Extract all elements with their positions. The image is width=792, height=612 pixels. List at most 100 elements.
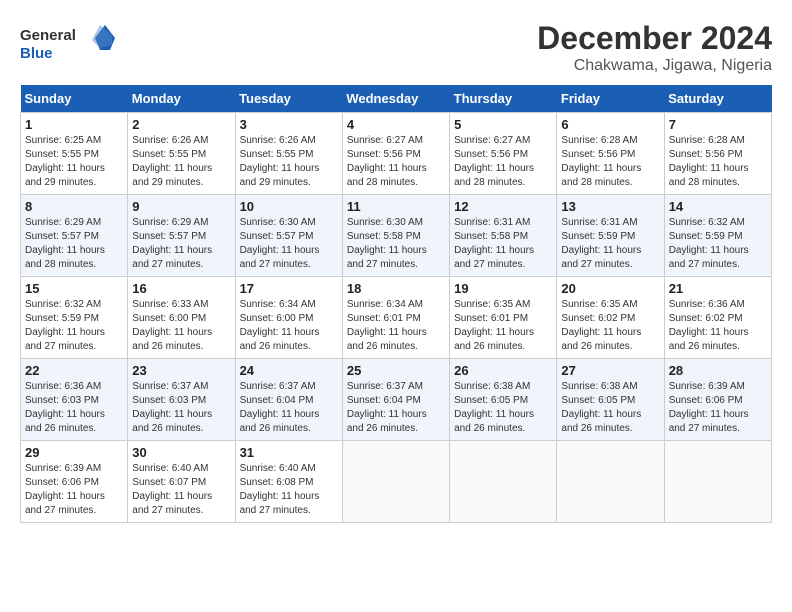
day-info: Sunrise: 6:38 AM Sunset: 6:05 PM Dayligh…: [454, 380, 552, 436]
day-info: Sunrise: 6:39 AM Sunset: 6:06 PM Dayligh…: [669, 380, 767, 436]
calendar-cell: 22 Sunrise: 6:36 AM Sunset: 6:03 PM Dayli…: [21, 359, 128, 441]
calendar-cell: 2 Sunrise: 6:26 AM Sunset: 5:55 PM Daylig…: [128, 113, 235, 195]
day-info: Sunrise: 6:27 AM Sunset: 5:56 PM Dayligh…: [347, 134, 445, 190]
day-number: 22: [25, 363, 123, 378]
calendar-cell: [664, 441, 771, 523]
day-info: Sunrise: 6:29 AM Sunset: 5:57 PM Dayligh…: [132, 216, 230, 272]
calendar-cell: 7Sunrise: 6:28 AM Sunset: 5:56 PM Daylig…: [664, 113, 771, 195]
calendar-cell: 28 Sunrise: 6:39 AM Sunset: 6:06 PM Dayli…: [664, 359, 771, 441]
calendar-cell: 9 Sunrise: 6:29 AM Sunset: 5:57 PM Daylig…: [128, 195, 235, 277]
day-number: 2: [132, 117, 230, 132]
calendar-cell: 5 Sunrise: 6:27 AM Sunset: 5:56 PM Daylig…: [450, 113, 557, 195]
day-info: Sunrise: 6:26 AM Sunset: 5:55 PM Dayligh…: [132, 134, 230, 190]
day-number: 7: [669, 117, 767, 132]
day-number: 12: [454, 199, 552, 214]
day-number: 10: [240, 199, 338, 214]
calendar-cell: 16 Sunrise: 6:33 AM Sunset: 6:00 PM Dayli…: [128, 277, 235, 359]
calendar-cell: 4 Sunrise: 6:27 AM Sunset: 5:56 PM Daylig…: [342, 113, 449, 195]
calendar-cell: 31 Sunrise: 6:40 AM Sunset: 6:08 PM Dayli…: [235, 441, 342, 523]
day-number: 31: [240, 445, 338, 460]
day-number: 1: [25, 117, 123, 132]
day-info: Sunrise: 6:36 AM Sunset: 6:03 PM Dayligh…: [25, 380, 123, 436]
day-number: 24: [240, 363, 338, 378]
day-info: Sunrise: 6:38 AM Sunset: 6:05 PM Dayligh…: [561, 380, 659, 436]
day-number: 14: [669, 199, 767, 214]
day-info: Sunrise: 6:29 AM Sunset: 5:57 PM Dayligh…: [25, 216, 123, 272]
day-info: Sunrise: 6:40 AM Sunset: 6:08 PM Dayligh…: [240, 462, 338, 518]
calendar-cell: 20 Sunrise: 6:35 AM Sunset: 6:02 PM Dayli…: [557, 277, 664, 359]
day-number: 8: [25, 199, 123, 214]
svg-text:General: General: [20, 27, 76, 44]
calendar-cell: 3 Sunrise: 6:26 AM Sunset: 5:55 PM Daylig…: [235, 113, 342, 195]
day-info: Sunrise: 6:30 AM Sunset: 5:57 PM Dayligh…: [240, 216, 338, 272]
day-number: 17: [240, 281, 338, 296]
calendar-cell: 10 Sunrise: 6:30 AM Sunset: 5:57 PM Dayli…: [235, 195, 342, 277]
logo: General Blue: [20, 20, 120, 65]
calendar-cell: 27 Sunrise: 6:38 AM Sunset: 6:05 PM Dayli…: [557, 359, 664, 441]
svg-text:Blue: Blue: [20, 45, 53, 62]
day-number: 25: [347, 363, 445, 378]
day-number: 3: [240, 117, 338, 132]
day-number: 4: [347, 117, 445, 132]
day-number: 18: [347, 281, 445, 296]
calendar-cell: 6 Sunrise: 6:28 AM Sunset: 5:56 PM Daylig…: [557, 113, 664, 195]
day-number: 15: [25, 281, 123, 296]
day-info: Sunrise: 6:35 AM Sunset: 6:01 PM Dayligh…: [454, 298, 552, 354]
calendar-cell: 8 Sunrise: 6:29 AM Sunset: 5:57 PM Daylig…: [21, 195, 128, 277]
day-number: 11: [347, 199, 445, 214]
day-info: Sunrise: 6:35 AM Sunset: 6:02 PM Dayligh…: [561, 298, 659, 354]
weekday-header-monday: Monday: [128, 85, 235, 113]
day-number: 29: [25, 445, 123, 460]
day-info: Sunrise: 6:27 AM Sunset: 5:56 PM Dayligh…: [454, 134, 552, 190]
calendar-cell: 12 Sunrise: 6:31 AM Sunset: 5:58 PM Dayli…: [450, 195, 557, 277]
day-info: Sunrise: 6:25 AM Sunset: 5:55 PM Dayligh…: [25, 134, 123, 190]
day-number: 19: [454, 281, 552, 296]
calendar-cell: 30Sunrise: 6:40 AM Sunset: 6:07 PM Dayli…: [128, 441, 235, 523]
weekday-header-friday: Friday: [557, 85, 664, 113]
day-info: Sunrise: 6:37 AM Sunset: 6:03 PM Dayligh…: [132, 380, 230, 436]
day-info: Sunrise: 6:37 AM Sunset: 6:04 PM Dayligh…: [347, 380, 445, 436]
calendar-cell: [342, 441, 449, 523]
day-info: Sunrise: 6:32 AM Sunset: 5:59 PM Dayligh…: [25, 298, 123, 354]
calendar-cell: 26Sunrise: 6:38 AM Sunset: 6:05 PM Dayli…: [450, 359, 557, 441]
logo-svg: General Blue: [20, 20, 120, 65]
day-info: Sunrise: 6:33 AM Sunset: 6:00 PM Dayligh…: [132, 298, 230, 354]
day-number: 6: [561, 117, 659, 132]
calendar-table: SundayMondayTuesdayWednesdayThursdayFrid…: [20, 85, 772, 523]
calendar-cell: 14 Sunrise: 6:32 AM Sunset: 5:59 PM Dayli…: [664, 195, 771, 277]
day-number: 9: [132, 199, 230, 214]
month-title: December 2024: [537, 20, 772, 57]
day-info: Sunrise: 6:26 AM Sunset: 5:55 PM Dayligh…: [240, 134, 338, 190]
day-number: 16: [132, 281, 230, 296]
day-info: Sunrise: 6:28 AM Sunset: 5:56 PM Dayligh…: [561, 134, 659, 190]
day-number: 23: [132, 363, 230, 378]
title-block: December 2024 Chakwama, Jigawa, Nigeria: [537, 20, 772, 75]
calendar-cell: 17 Sunrise: 6:34 AM Sunset: 6:00 PM Dayli…: [235, 277, 342, 359]
calendar-cell: 11 Sunrise: 6:30 AM Sunset: 5:58 PM Dayli…: [342, 195, 449, 277]
calendar-cell: 19 Sunrise: 6:35 AM Sunset: 6:01 PM Dayli…: [450, 277, 557, 359]
day-info: Sunrise: 6:31 AM Sunset: 5:58 PM Dayligh…: [454, 216, 552, 272]
day-info: Sunrise: 6:39 AM Sunset: 6:06 PM Dayligh…: [25, 462, 123, 518]
day-number: 27: [561, 363, 659, 378]
day-number: 5: [454, 117, 552, 132]
weekday-header-saturday: Saturday: [664, 85, 771, 113]
day-info: Sunrise: 6:30 AM Sunset: 5:58 PM Dayligh…: [347, 216, 445, 272]
weekday-header-wednesday: Wednesday: [342, 85, 449, 113]
weekday-header-thursday: Thursday: [450, 85, 557, 113]
day-number: 13: [561, 199, 659, 214]
day-info: Sunrise: 6:36 AM Sunset: 6:02 PM Dayligh…: [669, 298, 767, 354]
day-number: 21: [669, 281, 767, 296]
page-header: General Blue December 2024 Chakwama, Jig…: [20, 20, 772, 75]
day-info: Sunrise: 6:32 AM Sunset: 5:59 PM Dayligh…: [669, 216, 767, 272]
day-number: 28: [669, 363, 767, 378]
calendar-cell: 18Sunrise: 6:34 AM Sunset: 6:01 PM Dayli…: [342, 277, 449, 359]
day-info: Sunrise: 6:37 AM Sunset: 6:04 PM Dayligh…: [240, 380, 338, 436]
calendar-cell: 25 Sunrise: 6:37 AM Sunset: 6:04 PM Dayli…: [342, 359, 449, 441]
calendar-cell: 21 Sunrise: 6:36 AM Sunset: 6:02 PM Dayli…: [664, 277, 771, 359]
day-info: Sunrise: 6:34 AM Sunset: 6:00 PM Dayligh…: [240, 298, 338, 354]
calendar-cell: 24 Sunrise: 6:37 AM Sunset: 6:04 PM Dayli…: [235, 359, 342, 441]
day-number: 30: [132, 445, 230, 460]
day-number: 20: [561, 281, 659, 296]
calendar-cell: [450, 441, 557, 523]
calendar-cell: 23 Sunrise: 6:37 AM Sunset: 6:03 PM Dayli…: [128, 359, 235, 441]
